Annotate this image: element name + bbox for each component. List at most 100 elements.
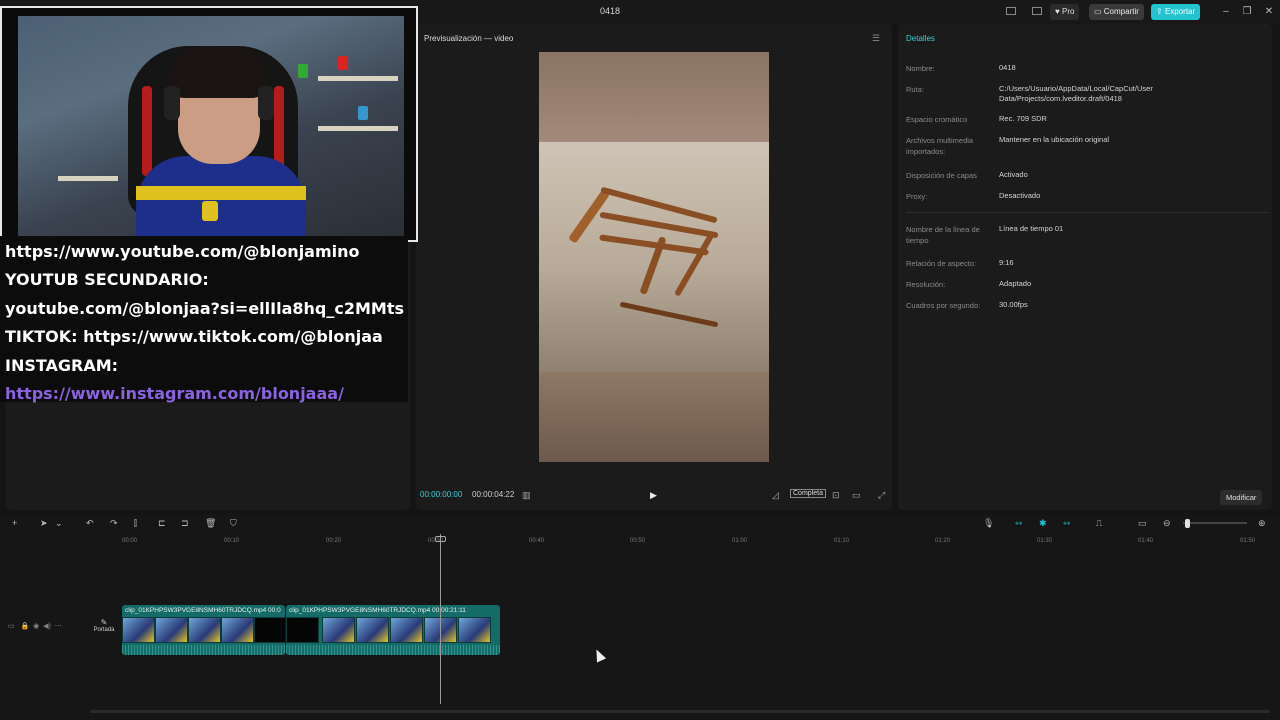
- video-clip[interactable]: clip_01KPHPSW3PVGE8NSMH60TRJDCQ.mp4 00:0…: [286, 605, 500, 655]
- detail-label: Nombre de la línea de tiempo: [906, 225, 980, 245]
- detail-label: Resolución:: [906, 280, 946, 289]
- video-clip[interactable]: clip_01KPHPSW3PVGE8NSMH60TRJDCQ.mp4 00:0: [122, 605, 285, 655]
- modify-button[interactable]: Modificar: [1220, 490, 1263, 505]
- preview-axis-icon[interactable]: ⎍: [1096, 518, 1102, 529]
- webcam-feed: [18, 16, 404, 238]
- close-icon[interactable]: ✕: [1263, 6, 1275, 17]
- audio-waveform: [286, 645, 500, 655]
- track-controls: ▭ 🔒 ◉ ◀) ⋯: [8, 622, 62, 630]
- tick-label: 01:50: [1240, 538, 1256, 544]
- detail-value: Desactivado: [999, 191, 1041, 200]
- detail-value: 0418: [999, 63, 1016, 72]
- ratio-icon[interactable]: ◿: [772, 490, 779, 501]
- pro-button[interactable]: ♥ Pro: [1050, 4, 1080, 20]
- cover-button[interactable]: ✎ Portada: [90, 618, 118, 644]
- detail-label: Archivos multimedia importados:: [906, 136, 974, 156]
- audio-icon[interactable]: ◀): [43, 623, 51, 630]
- tick-label: 01:40: [1138, 538, 1154, 544]
- detail-label: Cuadros por segundo:: [906, 301, 981, 310]
- snap-icon[interactable]: ⇿: [1063, 518, 1071, 529]
- time-ruler[interactable]: 00:00 00:10 00:20 00:30 00:40 00:50 01:0…: [90, 536, 1280, 548]
- ratio-box-icon[interactable]: ▭: [852, 490, 861, 501]
- share-button[interactable]: ▭ Compartir: [1089, 4, 1144, 20]
- pro-label: Pro: [1061, 7, 1075, 16]
- fullscreen-icon[interactable]: ⤢: [878, 490, 885, 501]
- delete-icon[interactable]: 🗑: [205, 518, 216, 529]
- detail-label: Proxy:: [906, 192, 928, 201]
- video-frame: [539, 52, 769, 462]
- menu-icon[interactable]: ☰: [872, 33, 880, 44]
- shield-icon[interactable]: ⛉: [230, 518, 237, 529]
- detail-value: Rec. 709 SDR: [999, 114, 1047, 123]
- horizontal-scrollbar[interactable]: [90, 710, 1270, 713]
- timeline-panel: + ➤ ⌄ ↶ ↷ ⫿ ⊏ ⊐ 🗑 ⛉ 🎙 ⇿ ✱ ⇿ ⎍ ▭ ⊖ ⊕ 00:0…: [0, 514, 1280, 720]
- tick-label: 00:00: [122, 538, 138, 544]
- play-button[interactable]: ▶: [650, 490, 657, 501]
- preview-title: Previsualización — video: [424, 34, 514, 43]
- clip-thumbnail: [254, 617, 285, 643]
- clip-thumbnail: [155, 617, 188, 643]
- tick-label: 00:10: [224, 538, 240, 544]
- add-icon[interactable]: +: [12, 518, 17, 528]
- detail-label: Disposición de capas: [906, 171, 977, 180]
- export-button[interactable]: ⇪ Exportar: [1151, 4, 1201, 20]
- tick-label: 01:30: [1037, 538, 1053, 544]
- details-title: Detalles: [906, 34, 935, 43]
- webcam-overlay: [0, 6, 418, 242]
- social-links-overlay: https://www.youtube.com/@blonjamino YOUT…: [0, 236, 408, 403]
- lock-icon[interactable]: 🔒: [20, 623, 29, 630]
- detail-value: 9:16: [999, 258, 1014, 267]
- layout-icon[interactable]: [1006, 7, 1016, 15]
- select-icon[interactable]: ➤: [40, 518, 48, 529]
- waveform-icon[interactable]: ▥: [522, 490, 531, 501]
- tick-label: 00:40: [529, 538, 545, 544]
- split-left-icon[interactable]: ⊏: [158, 518, 166, 529]
- magnet-icon[interactable]: ✱: [1039, 518, 1047, 529]
- eye-icon[interactable]: ◉: [33, 623, 39, 630]
- instagram-label: INSTAGRAM:: [5, 355, 119, 375]
- shelf: [318, 76, 398, 81]
- restore-icon[interactable]: ❐: [1241, 6, 1253, 17]
- playhead-handle[interactable]: [435, 536, 446, 542]
- clip-name: clip_01KPHPSW3PVGE8NSMH60TRJDCQ.mp4 00:0: [125, 607, 281, 614]
- minimize-icon[interactable]: –: [1220, 6, 1232, 17]
- tick-label: 01:00: [732, 538, 748, 544]
- chevron-down-icon[interactable]: ⌄: [55, 518, 63, 529]
- redo-icon[interactable]: ↷: [110, 518, 118, 529]
- tick-label: 00:20: [326, 538, 342, 544]
- undo-icon[interactable]: ↶: [86, 518, 94, 529]
- zoom-handle[interactable]: [1185, 519, 1190, 528]
- shirt-stripe: [136, 186, 306, 200]
- tiktok-link: TIKTOK: https://www.tiktok.com/@blonjaa: [5, 327, 383, 347]
- video-bottom-band: [539, 372, 769, 462]
- chair-stripe: [142, 86, 152, 176]
- link-icon[interactable]: ⇿: [1015, 518, 1023, 529]
- zoom-in-icon[interactable]: ⊕: [1258, 518, 1266, 529]
- edit-icon: ✎: [100, 618, 108, 627]
- more-icon[interactable]: ⋯: [55, 623, 62, 630]
- playhead[interactable]: [440, 534, 441, 704]
- clip-thumbnail: [356, 617, 389, 643]
- microphone-icon[interactable]: 🎙: [983, 518, 994, 529]
- youtube-link: https://www.youtube.com/@blonjamino: [5, 242, 360, 261]
- zoom-slider[interactable]: [1183, 522, 1247, 524]
- caption-icon[interactable]: ▭: [1138, 518, 1147, 529]
- figure: [358, 106, 368, 120]
- screenshot-icon[interactable]: ⊡: [832, 490, 840, 501]
- detail-value: C:/Users/Usuario/AppData/Local/CapCut/Us…: [999, 84, 1153, 103]
- tick-label: 01:20: [935, 538, 951, 544]
- instagram-link: https://www.instagram.com/blonjaaa/: [5, 384, 344, 404]
- split-icon[interactable]: ⫿: [134, 518, 137, 529]
- preview-panel: Previsualización — video ☰ 00:00:00:00 0…: [416, 24, 892, 510]
- shelf: [318, 126, 398, 131]
- mouse-cursor: [591, 647, 607, 663]
- split-right-icon[interactable]: ⊐: [181, 518, 189, 529]
- fit-dropdown[interactable]: Completa: [790, 489, 826, 498]
- secondary-link: youtube.com/@blonjaa?si=ellIla8hq_c2MMts: [5, 298, 404, 318]
- headset: [258, 86, 274, 120]
- total-time: 00:00:04:22: [472, 490, 515, 499]
- zoom-out-icon[interactable]: ⊖: [1163, 518, 1171, 529]
- shortcut-icon[interactable]: [1032, 7, 1042, 15]
- cover-toggle-icon[interactable]: ▭: [8, 623, 15, 630]
- detail-label: Relación de aspecto:: [906, 259, 977, 268]
